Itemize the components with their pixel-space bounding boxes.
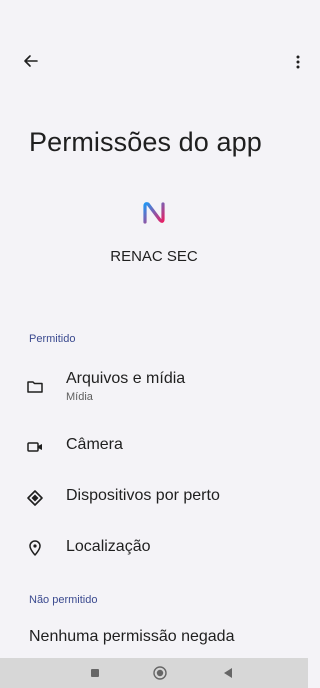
app-logo-icon bbox=[143, 202, 165, 224]
back-button[interactable] bbox=[18, 48, 44, 74]
permission-nearby-devices[interactable]: Dispositivos por perto bbox=[0, 479, 308, 519]
permission-label: Arquivos e mídia bbox=[66, 370, 186, 387]
permission-label: Câmera bbox=[66, 436, 123, 453]
permission-subtitle: Mídia bbox=[66, 391, 93, 403]
more-options-button[interactable] bbox=[290, 48, 306, 74]
app-logo bbox=[141, 200, 167, 226]
nav-back-button[interactable] bbox=[218, 663, 238, 683]
system-navigation-bar bbox=[0, 658, 308, 688]
permission-location[interactable]: Localização bbox=[0, 530, 308, 570]
nearby-devices-icon bbox=[27, 490, 43, 506]
recents-icon bbox=[91, 669, 99, 677]
permission-files-media[interactable]: Arquivos e mídia Mídia bbox=[0, 366, 308, 406]
home-button[interactable] bbox=[150, 663, 170, 683]
more-vert-icon bbox=[296, 55, 300, 69]
permission-label: Dispositivos por perto bbox=[66, 487, 220, 504]
allowed-section-header: Permitido bbox=[29, 333, 76, 345]
back-icon bbox=[224, 668, 232, 678]
top-app-bar bbox=[0, 44, 308, 74]
home-icon bbox=[153, 666, 167, 680]
permission-camera[interactable]: Câmera bbox=[0, 428, 308, 468]
location-pin-icon bbox=[29, 540, 41, 556]
denied-section-header: Não permitido bbox=[29, 594, 98, 606]
no-denied-permissions-text: Nenhuma permissão negada bbox=[29, 628, 235, 645]
arrow-back-icon bbox=[24, 55, 38, 67]
page-title: Permissões do app bbox=[29, 127, 262, 157]
camera-icon bbox=[27, 442, 42, 452]
permission-label: Localização bbox=[66, 538, 151, 555]
recents-button[interactable] bbox=[85, 663, 105, 683]
app-name: RENAC SEC bbox=[110, 248, 198, 265]
folder-icon bbox=[27, 381, 43, 393]
